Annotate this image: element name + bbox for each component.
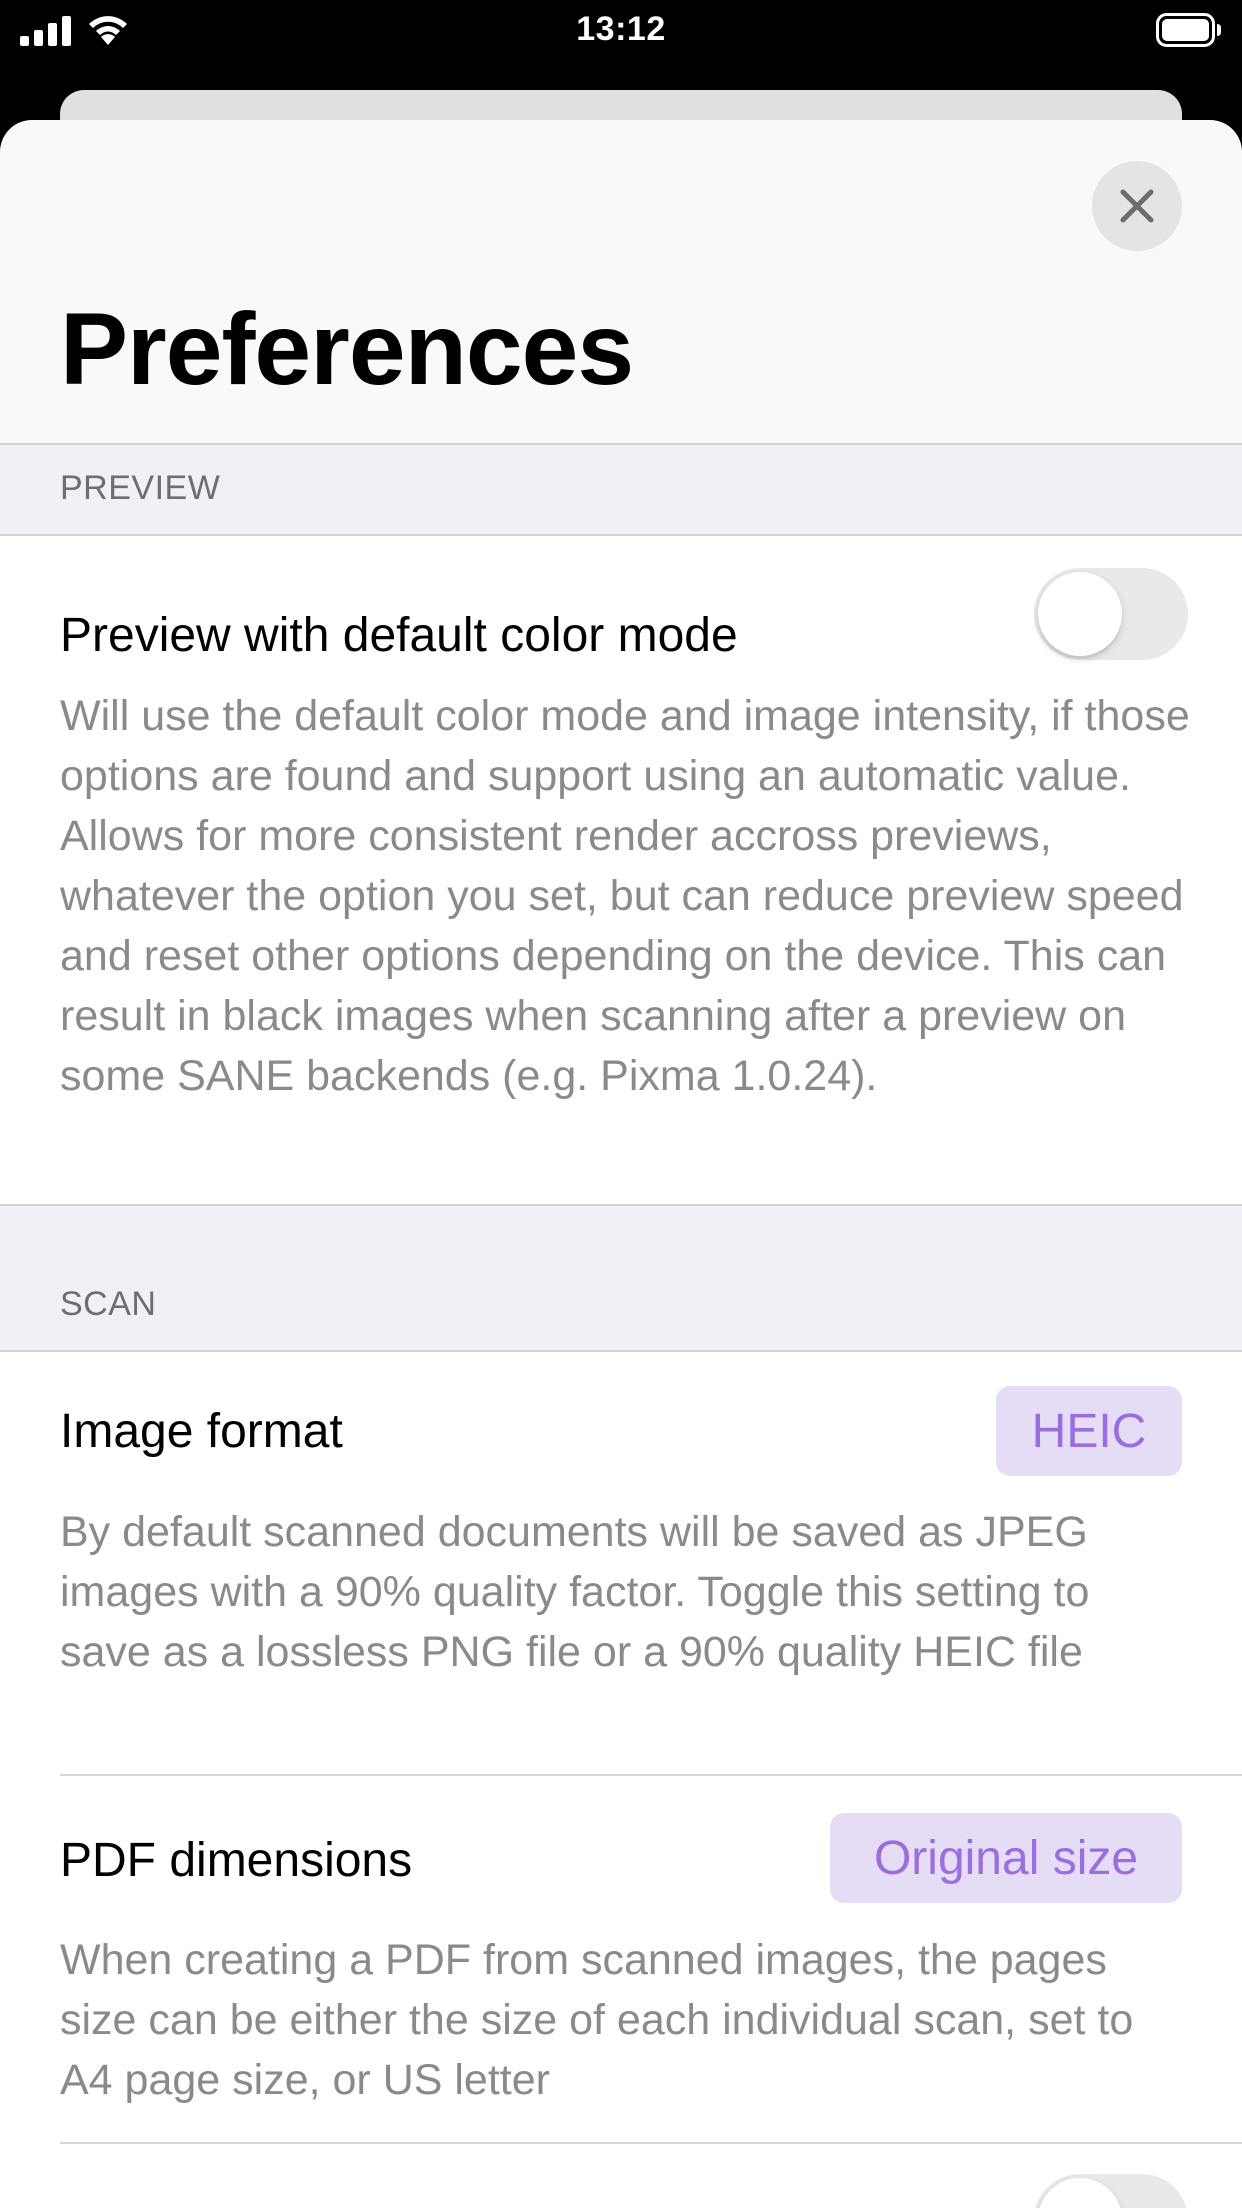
section-header-scan: SCAN	[0, 1204, 1242, 1352]
preview-default-color-toggle[interactable]	[1034, 568, 1188, 660]
toggle-knob	[1038, 572, 1122, 656]
close-icon	[1120, 189, 1154, 223]
image-format-label: Image format	[60, 1405, 343, 1458]
section-header-label: PREVIEW	[60, 469, 221, 507]
preview-group: Preview with default color mode Will use…	[0, 536, 1242, 1206]
pdf-dimensions-label: PDF dimensions	[60, 1834, 413, 1887]
preferences-sheet: Preferences PREVIEW Preview with default…	[0, 120, 1242, 2208]
close-button[interactable]	[1092, 161, 1182, 251]
next-setting-toggle[interactable]	[1034, 2174, 1188, 2208]
preview-default-color-description: Will use the default color mode and imag…	[60, 692, 1190, 1100]
battery-icon	[1156, 13, 1221, 47]
toggle-knob	[1038, 2178, 1122, 2208]
image-format-value-button[interactable]: HEIC	[996, 1386, 1182, 1476]
status-time: 13:12	[576, 10, 666, 48]
scan-group: Image format HEIC By default scanned doc…	[0, 1352, 1242, 2208]
pdf-dimensions-description: When creating a PDF from scanned images,…	[60, 1936, 1134, 2104]
page-title: Preferences	[60, 292, 634, 406]
preview-default-color-label: Preview with default color mode	[60, 609, 738, 662]
section-header-label: SCAN	[60, 1285, 157, 1323]
status-bar: 13:12	[0, 0, 1242, 62]
row-divider	[60, 1774, 1242, 1776]
image-format-description: By default scanned documents will be sav…	[60, 1508, 1090, 1676]
row-divider	[60, 2142, 1242, 2144]
pdf-dimensions-value-button[interactable]: Original size	[830, 1813, 1182, 1903]
section-header-preview: PREVIEW	[0, 443, 1242, 536]
